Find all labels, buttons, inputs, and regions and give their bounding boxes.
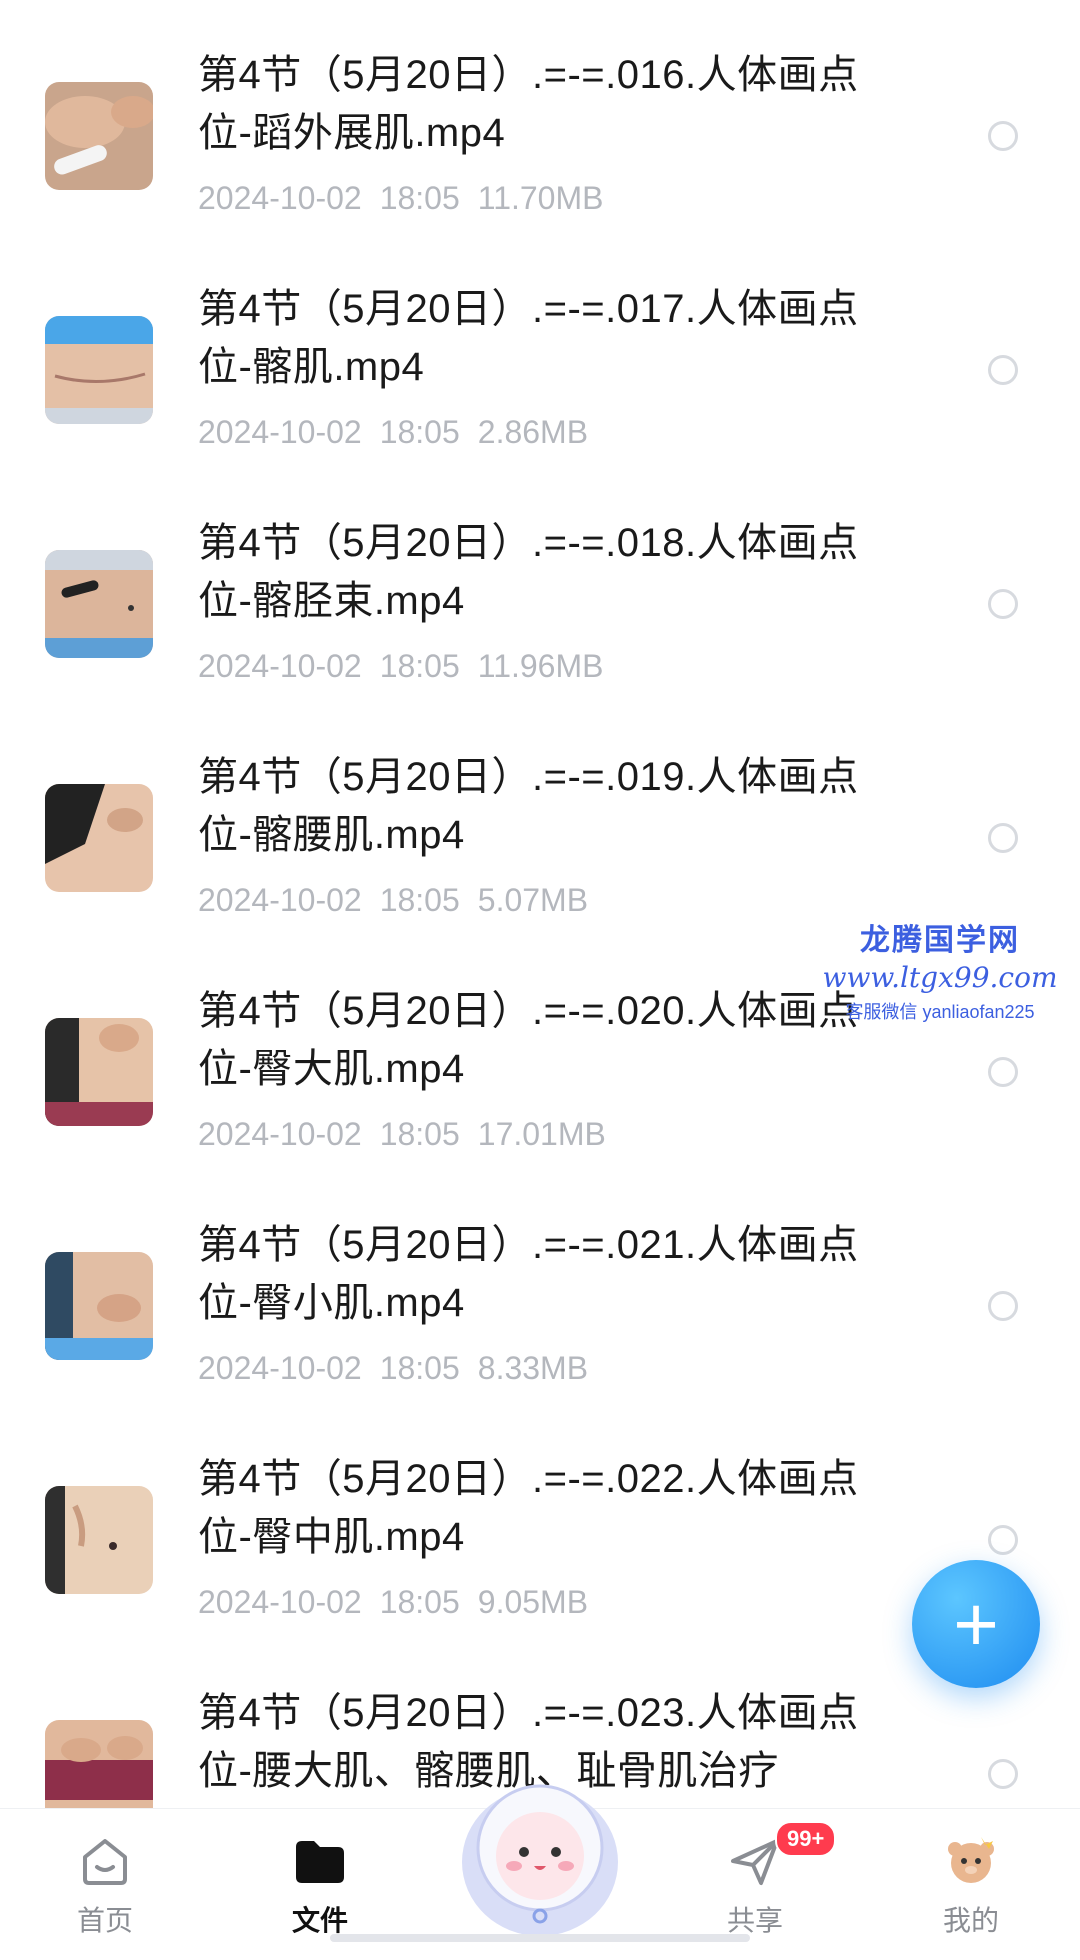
video-thumbnail	[45, 784, 153, 892]
video-thumbnail	[45, 1720, 153, 1808]
file-date: 2024-10-02	[198, 1116, 362, 1152]
tab-home[interactable]: 首页	[30, 1831, 180, 1951]
file-date: 2024-10-02	[198, 1584, 362, 1620]
file-meta: 2024-10-02 18:05 9.05MB	[198, 1582, 588, 1622]
share-badge: 99+	[775, 1821, 837, 1857]
file-meta: 2024-10-02 18:05 11.96MB	[198, 646, 603, 686]
file-name: 第4节（5月20日）.=-=.017.人体画点位-髂肌.mp4	[198, 287, 859, 389]
file-meta: 2024-10-02 18:05 8.33MB	[198, 1348, 588, 1388]
file-row[interactable]: 第4节（5月20日）.=-=.017.人体画点位-髂肌.mp4 2024-10-0…	[0, 234, 1080, 468]
file-name: 第4节（5月20日）.=-=.016.人体画点位-蹈外展肌.mp4	[198, 53, 859, 155]
file-time: 18:05	[379, 1584, 460, 1620]
file-date: 2024-10-02	[198, 414, 362, 450]
file-time: 18:05	[379, 1350, 460, 1386]
folder-icon	[290, 1831, 350, 1891]
tab-profile-label: 我的	[942, 1905, 999, 1936]
plus-icon: +	[953, 1580, 999, 1668]
select-radio[interactable]	[988, 589, 1018, 619]
select-radio[interactable]	[988, 1759, 1018, 1789]
file-name: 第4节（5月20日）.=-=.019.人体画点位-髂腰肌.mp4	[198, 755, 859, 857]
file-row[interactable]: 第4节（5月20日）.=-=.016.人体画点位-蹈外展肌.mp4 2024-10…	[0, 0, 1080, 234]
home-indicator	[330, 1934, 750, 1942]
tab-home-label: 首页	[76, 1905, 133, 1936]
select-radio[interactable]	[988, 1057, 1018, 1087]
video-thumbnail	[45, 1252, 153, 1360]
file-row[interactable]: 第4节（5月20日）.=-=.018.人体画点位-髂胫束.mp4 2024-10-…	[0, 468, 1080, 702]
file-date: 2024-10-02	[198, 1350, 362, 1386]
file-name: 第4节（5月20日）.=-=.022.人体画点位-臀中肌.mp4	[198, 1457, 859, 1559]
file-row[interactable]: 第4节（5月20日）.=-=.021.人体画点位-臀小肌.mp4 2024-10-…	[0, 1170, 1080, 1404]
file-size: 11.96MB	[477, 648, 604, 684]
file-name: 第4节（5月20日）.=-=.020.人体画点位-臀大肌.mp4	[198, 989, 859, 1091]
video-thumbnail	[45, 1486, 153, 1594]
file-date: 2024-10-02	[198, 648, 362, 684]
file-name: 第4节（5月20日）.=-=.021.人体画点位-臀小肌.mp4	[198, 1223, 859, 1325]
file-meta: 2024-10-02 18:05 2.86MB	[198, 412, 588, 452]
mascot-icon[interactable]	[440, 1752, 640, 1952]
select-radio[interactable]	[988, 823, 1018, 853]
file-list: 第4节（5月20日）.=-=.016.人体画点位-蹈外展肌.mp4 2024-10…	[0, 0, 1080, 1808]
file-date: 2024-10-02	[198, 882, 362, 918]
file-meta: 2024-10-02 18:05 11.70MB	[198, 178, 603, 218]
file-size: 17.01MB	[477, 1116, 606, 1152]
select-radio[interactable]	[988, 355, 1018, 385]
file-date: 2024-10-02	[198, 180, 362, 216]
file-time: 18:05	[379, 648, 460, 684]
video-thumbnail	[45, 550, 153, 658]
file-meta: 2024-10-02 18:05 5.07MB	[198, 880, 588, 920]
file-time: 18:05	[379, 180, 460, 216]
video-thumbnail	[45, 1018, 153, 1126]
tab-share[interactable]: 99+ 共享	[680, 1821, 837, 1951]
file-row[interactable]: 第4节（5月20日）.=-=.019.人体画点位-髂腰肌.mp4 2024-10-…	[0, 702, 1080, 936]
file-size: 5.07MB	[477, 882, 589, 918]
tab-files[interactable]: 文件	[245, 1831, 395, 1951]
file-time: 18:05	[379, 414, 460, 450]
video-thumbnail	[45, 316, 153, 424]
file-size: 2.86MB	[477, 414, 589, 450]
select-radio[interactable]	[988, 1291, 1018, 1321]
file-size: 11.70MB	[477, 180, 604, 216]
file-meta: 2024-10-02 18:05 17.01MB	[198, 1114, 606, 1154]
select-radio[interactable]	[988, 121, 1018, 151]
tab-profile[interactable]: 我的	[896, 1831, 1046, 1951]
select-radio[interactable]	[988, 1525, 1018, 1555]
file-row[interactable]: 第4节（5月20日）.=-=.020.人体画点位-臀大肌.mp4 2024-10-…	[0, 936, 1080, 1170]
add-button[interactable]: +	[912, 1560, 1040, 1688]
file-name: 第4节（5月20日）.=-=.018.人体画点位-髂胫束.mp4	[198, 521, 859, 623]
file-time: 18:05	[379, 1116, 460, 1152]
home-icon	[75, 1831, 135, 1891]
file-size: 9.05MB	[477, 1584, 589, 1620]
file-size: 8.33MB	[477, 1350, 589, 1386]
tab-share-label: 共享	[726, 1905, 783, 1936]
video-thumbnail	[45, 82, 153, 190]
tab-files-label: 文件	[291, 1905, 348, 1936]
profile-mascot-icon	[941, 1831, 1001, 1891]
file-time: 18:05	[379, 882, 460, 918]
